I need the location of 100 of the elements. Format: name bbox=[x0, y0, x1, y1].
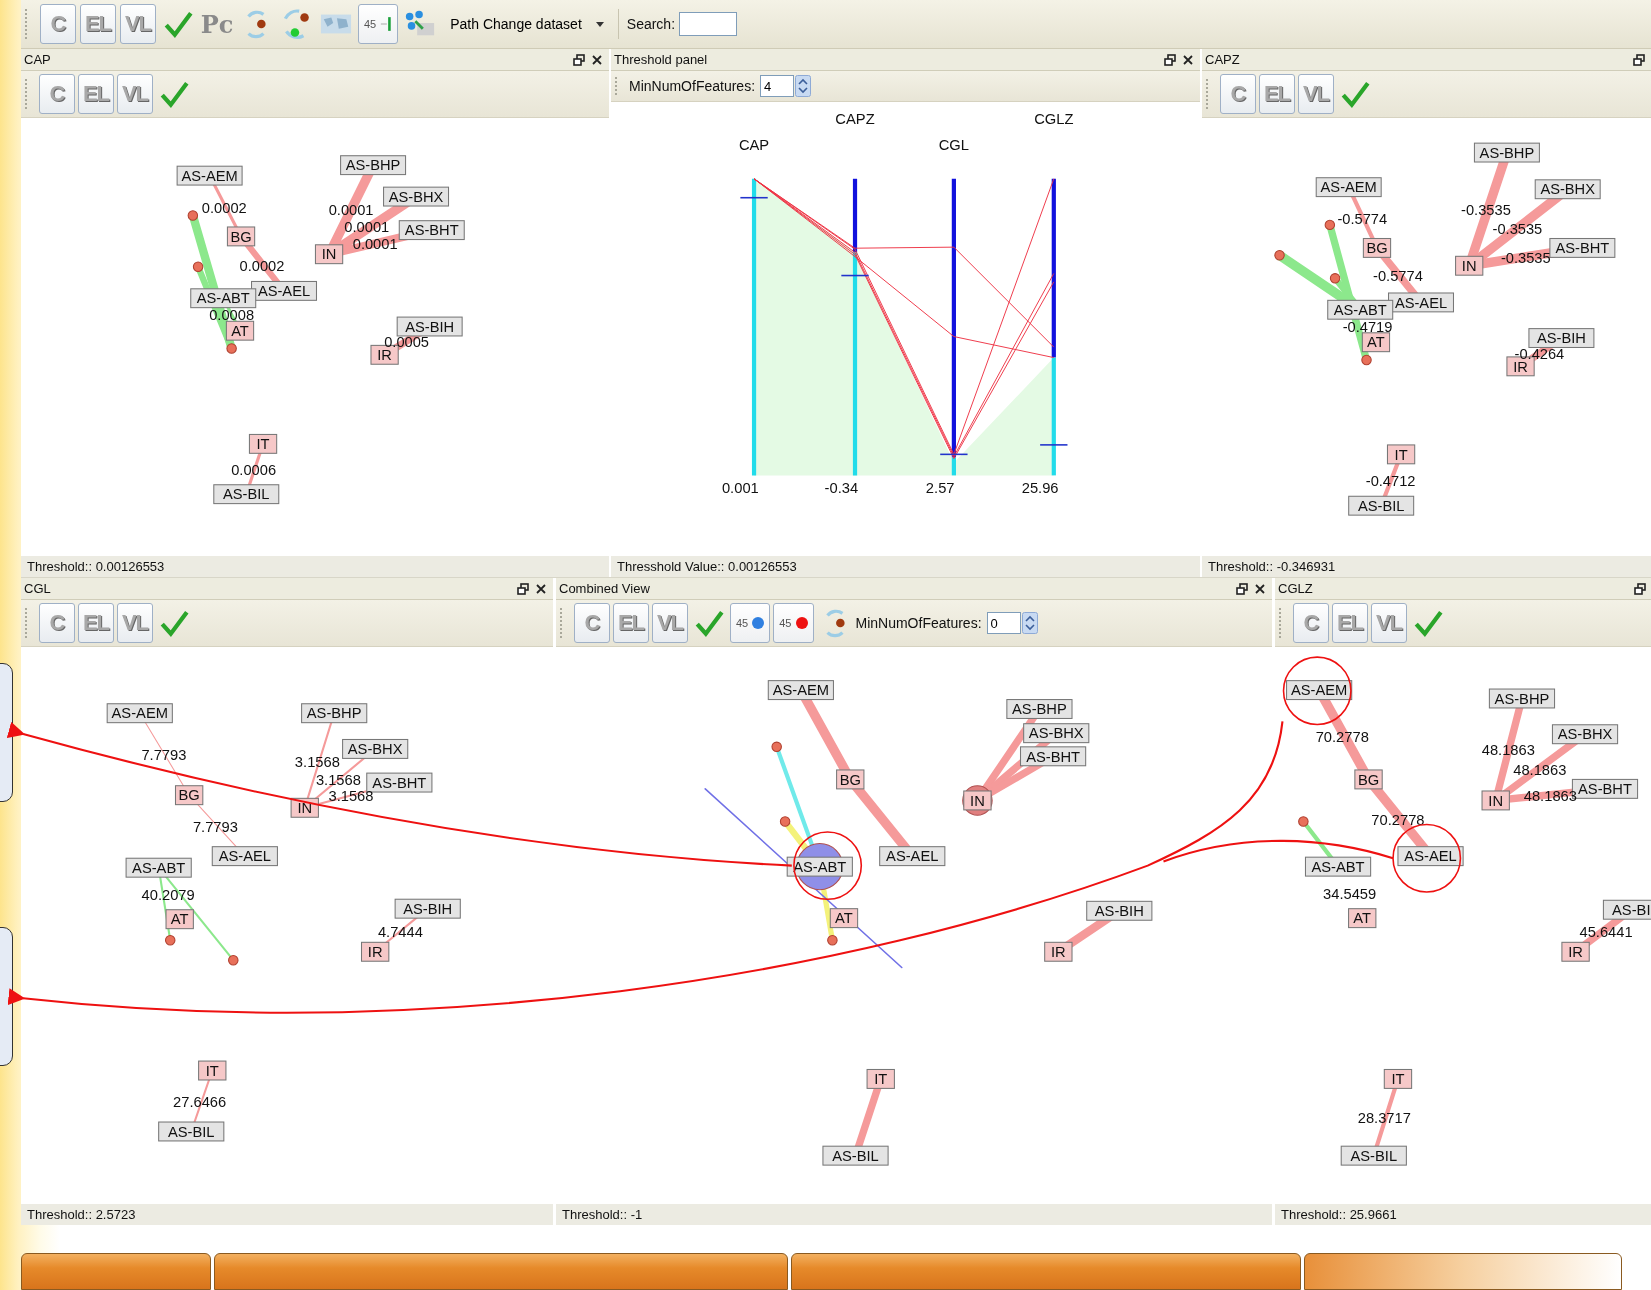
node-label[interactable]: AS-ABT bbox=[190, 288, 257, 309]
node-label[interactable]: AS-BHX bbox=[1023, 723, 1090, 744]
close-icon[interactable] bbox=[535, 582, 547, 595]
node-label[interactable]: AS-BHP bbox=[340, 155, 407, 176]
node-label[interactable]: BG bbox=[836, 769, 865, 790]
node-label[interactable]: AT bbox=[1361, 332, 1391, 353]
node-label[interactable]: AS-BIH bbox=[394, 898, 461, 919]
node-label[interactable]: IN bbox=[963, 790, 992, 811]
restore-icon[interactable] bbox=[1236, 582, 1248, 595]
restore-icon[interactable] bbox=[1634, 582, 1646, 595]
node-label[interactable]: AS-BHT bbox=[398, 220, 465, 241]
toolbar-button[interactable]: 45 bbox=[773, 603, 814, 643]
threshold-marker[interactable] bbox=[1039, 444, 1069, 446]
toolbar-handle[interactable] bbox=[615, 77, 620, 95]
node-label[interactable]: BG bbox=[174, 785, 204, 806]
toolbar-handle[interactable] bbox=[1206, 79, 1211, 109]
threshold-marker[interactable] bbox=[739, 196, 769, 199]
node-label[interactable]: AS-BIH bbox=[1086, 900, 1153, 921]
node-dot[interactable] bbox=[1361, 354, 1372, 366]
node-label[interactable]: IR bbox=[1561, 941, 1590, 962]
restore-icon[interactable] bbox=[1164, 53, 1176, 66]
node-label[interactable]: AS-BHP bbox=[1488, 688, 1556, 709]
node-label[interactable]: AS-AEL bbox=[1397, 846, 1464, 867]
node-label[interactable]: AS-BHX bbox=[342, 738, 409, 759]
node-label[interactable]: AT bbox=[1348, 908, 1377, 929]
node-label[interactable]: AS-BHP bbox=[301, 703, 368, 724]
node-dot[interactable] bbox=[226, 343, 237, 354]
node-label[interactable]: IT bbox=[248, 433, 278, 454]
node-label[interactable]: IT bbox=[1383, 1068, 1413, 1089]
node-label[interactable]: AS-AEM bbox=[1315, 177, 1382, 198]
node-label[interactable]: AS-BHP bbox=[1006, 699, 1073, 719]
node-label[interactable]: AS-BIL bbox=[1340, 1145, 1407, 1166]
toolbar-button[interactable]: 45 bbox=[358, 4, 399, 44]
node-label[interactable]: AS-BIL bbox=[213, 484, 280, 505]
node-label[interactable]: BG bbox=[1354, 769, 1383, 790]
node-label[interactable]: IR bbox=[361, 941, 390, 962]
node-label[interactable]: AS-AEM bbox=[176, 165, 243, 186]
toolbar-handle[interactable] bbox=[560, 608, 565, 638]
node-label[interactable]: AS-AEL bbox=[1388, 292, 1454, 313]
node-label[interactable]: IN bbox=[1455, 255, 1484, 276]
node-label[interactable]: IT bbox=[1386, 444, 1416, 465]
restore-icon[interactable] bbox=[573, 53, 585, 66]
node-label[interactable]: AS-BHX bbox=[1534, 179, 1601, 200]
node-label[interactable]: IT bbox=[866, 1068, 895, 1089]
node-label[interactable]: AS-BIL bbox=[158, 1121, 225, 1142]
toolbar-handle[interactable] bbox=[25, 608, 30, 638]
number-field[interactable]: 4 bbox=[760, 75, 795, 97]
node-label[interactable]: AS-AEM bbox=[767, 680, 834, 701]
node-label[interactable]: AS-BHX bbox=[1551, 724, 1619, 745]
node-label[interactable]: AS-AEM bbox=[1286, 680, 1353, 701]
node-label[interactable]: IR bbox=[1044, 941, 1073, 962]
spin-arrows-icon[interactable] bbox=[795, 75, 812, 97]
node-label[interactable]: AT bbox=[225, 320, 255, 341]
node-label[interactable]: IT bbox=[198, 1060, 227, 1081]
node-label[interactable]: IN bbox=[314, 244, 344, 265]
node-label[interactable]: AS-ABT bbox=[1327, 299, 1394, 320]
node-label[interactable]: IN bbox=[1481, 790, 1510, 811]
node-dot[interactable] bbox=[192, 261, 204, 273]
node-label[interactable]: BG bbox=[226, 226, 256, 247]
node-dot[interactable] bbox=[827, 934, 838, 946]
node-label[interactable]: AS-ABT bbox=[125, 857, 192, 878]
toolbar-handle[interactable] bbox=[1279, 608, 1284, 638]
dataset-dropdown[interactable]: Path Change dataset bbox=[442, 16, 610, 32]
node-dot[interactable] bbox=[771, 741, 782, 753]
node-dot[interactable] bbox=[1329, 273, 1341, 284]
node-label[interactable]: AT bbox=[165, 909, 194, 930]
spin-arrows-icon[interactable] bbox=[1021, 612, 1038, 634]
node-label[interactable]: AS-BHX bbox=[383, 186, 450, 207]
node-label[interactable]: AS-BIL bbox=[1348, 495, 1415, 516]
node-label[interactable]: AS-BIH bbox=[396, 316, 463, 337]
node-label[interactable]: AS-BI bbox=[1602, 899, 1651, 920]
search-field[interactable] bbox=[679, 12, 738, 36]
close-icon[interactable] bbox=[1254, 582, 1266, 595]
node-label[interactable]: AS-BHT bbox=[1549, 237, 1616, 258]
node-dot[interactable] bbox=[1274, 250, 1285, 261]
threshold-marker[interactable] bbox=[840, 274, 870, 277]
toolbar-handle[interactable] bbox=[25, 9, 30, 39]
node-label[interactable]: AS-BHP bbox=[1473, 142, 1540, 163]
node-label[interactable]: AT bbox=[829, 908, 859, 929]
node-label[interactable]: AS-ABT bbox=[1304, 856, 1372, 877]
restore-icon[interactable] bbox=[517, 582, 529, 595]
restore-icon[interactable] bbox=[1633, 53, 1645, 66]
node-dot[interactable] bbox=[228, 954, 239, 966]
node-label[interactable]: AS-BIL bbox=[822, 1145, 889, 1166]
node-label[interactable]: AS-AEL bbox=[879, 846, 946, 867]
number-field[interactable]: 0 bbox=[986, 612, 1021, 634]
node-label[interactable]: AS-BHT bbox=[1020, 746, 1087, 767]
node-label[interactable]: AS-BIH bbox=[1528, 328, 1595, 348]
toolbar-handle[interactable] bbox=[25, 79, 30, 109]
node-dot[interactable] bbox=[187, 210, 199, 221]
node-label[interactable]: AS-AEM bbox=[106, 703, 173, 724]
close-icon[interactable] bbox=[591, 53, 603, 66]
node-label[interactable]: AS-AEL bbox=[251, 280, 317, 301]
close-icon[interactable] bbox=[1182, 53, 1194, 66]
threshold-marker[interactable] bbox=[939, 453, 969, 456]
node-dot[interactable] bbox=[779, 816, 791, 827]
node-label[interactable]: AS-AEL bbox=[211, 846, 278, 867]
node-dot[interactable] bbox=[1324, 219, 1336, 231]
node-dot[interactable] bbox=[1298, 816, 1309, 827]
toolbar-button[interactable]: 45 bbox=[730, 603, 771, 643]
